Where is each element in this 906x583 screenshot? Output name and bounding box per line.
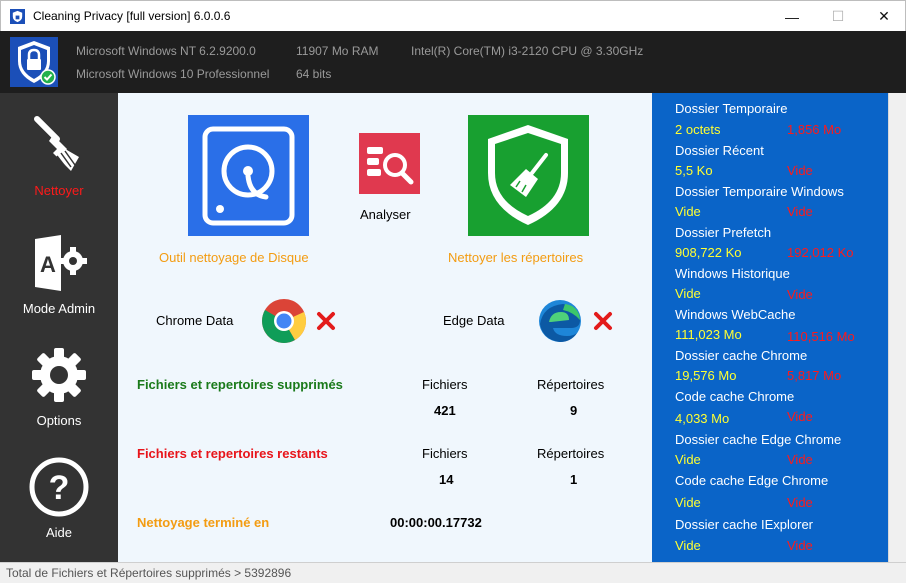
chrome-data-label: Chrome Data	[156, 313, 234, 328]
minimize-button[interactable]: —	[769, 1, 815, 32]
deleted-heading: Fichiers et repertoires supprimés	[137, 377, 343, 392]
ram-info: 11907 Mo RAM	[296, 44, 379, 58]
sidebar-item-label: Aide	[45, 525, 73, 540]
broom-icon	[34, 116, 79, 171]
result-value-after: 1,856 Mo	[787, 122, 842, 137]
app-shield-icon	[10, 9, 25, 24]
result-value-after: 192,012 Ko	[787, 245, 854, 260]
close-button[interactable]: ✕	[861, 1, 906, 32]
status-text: Total de Fichiers et Répertoires supprim…	[6, 566, 292, 580]
chrome-icon	[262, 299, 306, 343]
remaining-files-header: Fichiers	[422, 446, 468, 461]
remaining-dirs-count: 1	[570, 472, 578, 487]
result-title: Code cache Chrome	[675, 389, 795, 404]
sidebar-item-label: Mode Admin	[22, 301, 96, 316]
result-value-after: 110,516 Mo	[787, 329, 855, 344]
results-scrollbar[interactable]	[888, 93, 906, 562]
analyze-label: Analyser	[360, 207, 411, 222]
edge-data-label: Edge Data	[443, 313, 505, 328]
result-value-before: 2 octets	[675, 122, 721, 137]
result-value-after: Vide	[787, 452, 813, 467]
deleted-files-count: 421	[434, 403, 456, 418]
disk-cleanup-label: Outil nettoyage de Disque	[159, 250, 309, 265]
deleted-dirs-count: 9	[570, 403, 578, 418]
svg-text:?: ?	[49, 469, 70, 507]
result-title: Dossier Récent	[675, 143, 764, 158]
admin-gear-icon: A	[35, 235, 87, 291]
result-value-before: Vide	[675, 538, 701, 553]
result-value-after: Vide	[787, 495, 813, 510]
sidebar-item-label: Options	[36, 413, 82, 428]
finished-time: 00:00:00.17732	[390, 515, 482, 530]
sidebar: Nettoyer A Mode Admin Options ? Aide	[0, 93, 118, 562]
window-title: Cleaning Privacy [full version] 6.0.0.6	[33, 9, 231, 23]
clean-directories-button[interactable]	[468, 115, 589, 236]
result-value-before: Vide	[675, 452, 701, 467]
disk-cleanup-button[interactable]	[188, 115, 309, 236]
remaining-files-count: 14	[439, 472, 454, 487]
shield-lock-logo-icon	[10, 37, 58, 87]
result-value-before: 908,722 Ko	[675, 245, 742, 260]
system-info-header: Microsoft Windows NT 6.2.9200.0 Microsof…	[0, 31, 906, 93]
edge-remove-icon[interactable]	[593, 311, 613, 331]
gear-icon	[32, 348, 86, 402]
deleted-files-header: Fichiers	[422, 377, 468, 392]
title-bar: Cleaning Privacy [full version] 6.0.0.6 …	[0, 0, 906, 31]
result-title: Dossier cache Chrome	[675, 348, 808, 363]
svg-text:A: A	[40, 252, 56, 277]
sidebar-item-label: Nettoyer	[34, 183, 84, 198]
results-panel: Dossier Temporaire 2 octets 1,856 Mo Dos…	[652, 93, 888, 562]
result-title: Dossier Temporaire Windows	[675, 184, 844, 199]
finished-label: Nettoyage terminé en	[137, 515, 270, 530]
deleted-dirs-header: Répertoires	[537, 377, 605, 392]
result-value-before: Vide	[675, 495, 701, 510]
sidebar-item-options[interactable]: Options	[0, 343, 118, 428]
status-bar: Total de Fichiers et Répertoires supprim…	[0, 562, 906, 583]
analyze-button[interactable]	[359, 133, 420, 194]
result-title: Windows WebCache	[675, 307, 796, 322]
help-icon: ?	[29, 457, 89, 517]
sidebar-item-mode-admin[interactable]: A Mode Admin	[0, 231, 118, 316]
result-title: Dossier cache Edge Chrome	[675, 432, 842, 447]
result-title: Dossier cache IExplorer	[675, 517, 813, 532]
result-value-before: 111,023 Mo	[675, 327, 742, 342]
remaining-heading: Fichiers et repertoires restants	[137, 446, 328, 461]
maximize-button[interactable]: ☐	[815, 1, 861, 32]
result-title: Windows Historique	[675, 266, 790, 281]
chrome-remove-icon[interactable]	[316, 311, 336, 331]
remaining-dirs-header: Répertoires	[537, 446, 605, 461]
sidebar-item-aide[interactable]: ? Aide	[0, 455, 118, 540]
os-name: Microsoft Windows 10 Professionnel	[76, 67, 270, 81]
result-value-after: 5,817 Mo	[787, 368, 842, 383]
edge-icon	[539, 300, 581, 342]
result-value-before: Vide	[675, 204, 701, 219]
result-value-after: Vide	[787, 163, 813, 178]
result-value-before: 4,033 Mo	[675, 411, 730, 426]
cpu-info: Intel(R) Core(TM) i3-2120 CPU @ 3.30GHz	[411, 44, 644, 58]
result-value-after: Vide	[787, 287, 813, 302]
result-title: Dossier Temporaire	[675, 101, 788, 116]
result-value-before: Vide	[675, 286, 701, 301]
result-value-before: 5,5 Ko	[675, 163, 713, 178]
result-value-before: 19,576 Mo	[675, 368, 737, 383]
result-value-after: Vide	[787, 204, 813, 219]
result-title: Code cache Edge Chrome	[675, 473, 829, 488]
result-value-after: Vide	[787, 538, 813, 553]
clean-directories-label: Nettoyer les répertoires	[448, 250, 584, 265]
os-version: Microsoft Windows NT 6.2.9200.0	[76, 44, 256, 58]
arch-info: 64 bits	[296, 67, 332, 81]
result-value-after: Vide	[787, 409, 813, 424]
main-panel: Outil nettoyage de Disque Analyser Netto…	[118, 93, 652, 562]
result-title: Dossier Prefetch	[675, 225, 772, 240]
sidebar-item-nettoyer[interactable]: Nettoyer	[0, 113, 118, 198]
